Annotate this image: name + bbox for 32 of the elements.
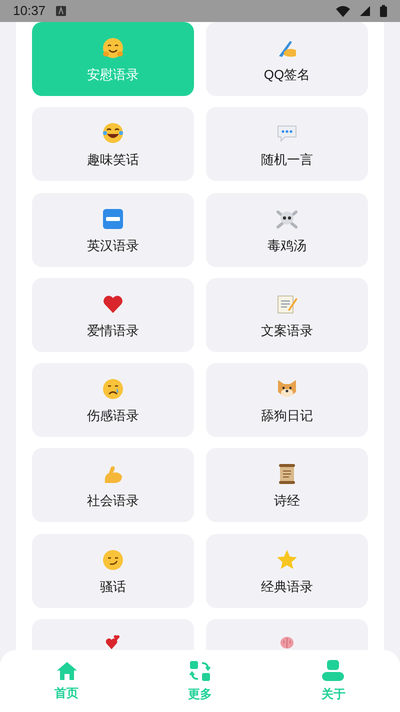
home-icon <box>56 661 78 681</box>
skull-icon <box>276 208 298 230</box>
category-card[interactable]: 伤感语录 <box>32 363 194 438</box>
clock: 10:37 <box>13 2 46 20</box>
hugging-face-icon <box>102 37 124 59</box>
category-card[interactable]: 社会语录 <box>32 448 194 522</box>
category-card[interactable] <box>32 619 194 650</box>
category-card[interactable]: 诗经 <box>206 448 368 522</box>
category-card[interactable] <box>206 619 368 650</box>
smirking-face-icon <box>102 548 124 571</box>
category-card[interactable]: 爱情语录 <box>32 278 194 352</box>
category-card[interactable]: 经典语录 <box>206 534 368 608</box>
laughing-face-icon <box>102 122 124 144</box>
user-icon <box>322 660 344 682</box>
crying-face-icon <box>102 378 124 400</box>
category-card[interactable]: 趣味笑话 <box>32 107 194 182</box>
wifi-icon <box>336 6 350 16</box>
notification-icon <box>56 6 66 16</box>
star-icon <box>276 548 298 571</box>
swap-tiles-icon <box>188 660 211 682</box>
category-card[interactable]: 英汉语录 <box>32 192 194 267</box>
signal-icon <box>360 6 370 16</box>
category-card[interactable]: 文案语录 <box>206 278 368 352</box>
category-card[interactable]: 毒鸡汤 <box>206 192 368 267</box>
scroll-icon <box>276 463 298 486</box>
category-card[interactable]: 随机一言 <box>206 107 368 182</box>
category-card[interactable]: QQ签名 <box>206 22 368 96</box>
category-card[interactable]: 骚话 <box>32 534 194 608</box>
category-card[interactable]: 舔狗日记 <box>206 363 368 438</box>
memo-icon <box>276 292 298 315</box>
battery-icon <box>380 5 387 17</box>
tile-icon <box>102 208 124 230</box>
